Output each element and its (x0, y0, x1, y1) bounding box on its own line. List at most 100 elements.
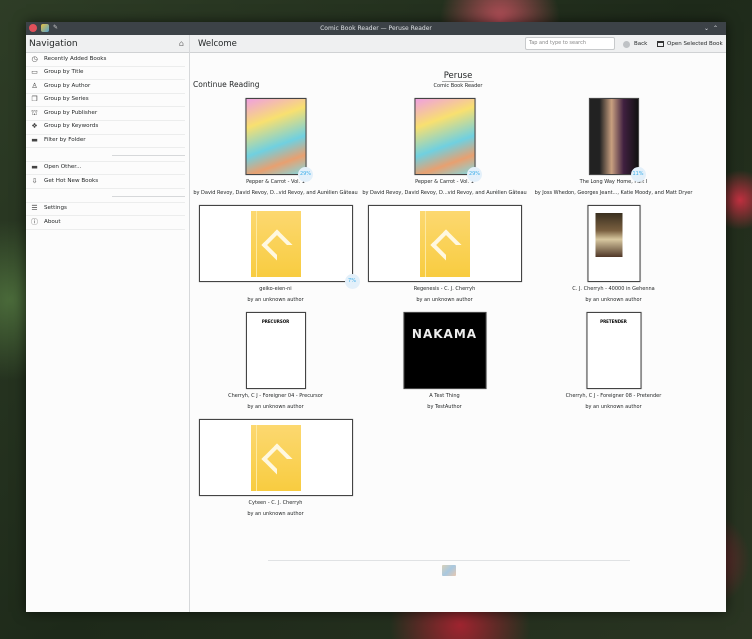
book-title: Cherryh, C J - Foreigner 08 - Pretender (565, 393, 662, 399)
epub-icon (250, 425, 301, 491)
search-input[interactable]: Tap and type to search (525, 37, 615, 50)
sidebar-item-label: Get Hot New Books (44, 177, 99, 184)
progress-badge: 7% (344, 274, 360, 289)
book-title: A Test Thing (429, 393, 460, 399)
book-author: by David Revoy, David Revoy, D...vid Rev… (362, 190, 527, 196)
book-cover (367, 205, 522, 282)
book-author: by David Revoy, David Revoy, D...vid Rev… (193, 190, 358, 196)
divider (26, 148, 185, 162)
book-cover (198, 205, 353, 282)
section-title: Continue Reading (193, 80, 260, 89)
book-cover (414, 98, 475, 175)
book-author: by an unknown author (585, 404, 642, 410)
sidebar-item-label: Group by Keywords (44, 123, 99, 130)
book-author: by an unknown author (247, 511, 304, 517)
book-cover (588, 98, 639, 175)
pin-icon[interactable]: ✎ (53, 24, 58, 32)
open-selected-book-button[interactable]: Open Selected Book (657, 35, 723, 53)
book-title: Pepper & Carrot - Vol. 1 (246, 179, 305, 185)
sidebar-item-label: Group by Publisher (44, 109, 98, 116)
close-button[interactable] (29, 24, 37, 32)
series-icon: ❐ (31, 95, 38, 104)
minimize-button[interactable]: ⌄ (704, 25, 713, 32)
sidebar-item-group-by-series[interactable]: ❐ Group by Series (26, 94, 185, 108)
brand-name: Peruse (441, 71, 475, 82)
main-content: Welcome Tap and type to search Back Open… (190, 35, 726, 612)
book-item[interactable]: Cyteen - C. J. Cherryh by an unknown auth… (191, 418, 360, 525)
back-icon (623, 40, 630, 48)
book-item[interactable]: NAKAMA A Test Thing by TestAuthor (360, 311, 529, 418)
back-label: Back (634, 41, 648, 47)
divider (26, 189, 185, 203)
book-cover (245, 98, 306, 175)
epub-icon (250, 211, 301, 277)
book-title: C. J. Cherryh - 40000 in Gehenna (572, 286, 655, 292)
sidebar-item-label: Filter by Folder (44, 137, 86, 144)
back-button[interactable]: Back (623, 35, 647, 53)
sidebar-item-label: Group by Title (44, 69, 84, 76)
title-bar: ✎ Comic Book Reader — Peruse Reader ⌄⌃ (26, 22, 726, 35)
footer-divider (268, 560, 630, 561)
book-title: Regenesis - C. J. Cherryh (413, 286, 476, 292)
book-item[interactable]: Regenesis - C. J. Cherryh by an unknown a… (360, 204, 529, 311)
book-item[interactable]: The Long Way Home, Part I by Joss Whedon,… (529, 97, 698, 204)
sidebar-item-group-by-keywords[interactable]: ❖ Group by Keywords (26, 121, 185, 135)
app-window: ✎ Comic Book Reader — Peruse Reader ⌄⌃ N… (26, 22, 726, 612)
sidebar-item-group-by-author[interactable]: ♙ Group by Author (26, 80, 185, 94)
book-title: Cyteen - C. J. Cherryh (248, 500, 303, 506)
book-title: Pepper & Carrot - Vol. 1 (415, 179, 474, 185)
title-icon: ▭ (31, 68, 38, 77)
book-cover: NAKAMA (403, 312, 486, 389)
book-author: by an unknown author (247, 297, 304, 303)
book-author: by TestAuthor (427, 404, 462, 410)
book-item[interactable]: PRECURSOR Cherryh, C J - Foreigner 04 - P… (191, 311, 360, 418)
book-item[interactable]: PRETENDER Cherryh, C J - Foreigner 08 - P… (529, 311, 698, 418)
publisher-icon: ⛫ (31, 108, 38, 117)
folder-icon (657, 41, 664, 47)
book-cover: PRECURSOR (245, 312, 306, 389)
book-author: by an unknown author (247, 404, 304, 410)
folder-icon: ▬ (31, 163, 38, 172)
user-icon: ♙ (31, 81, 38, 90)
book-cover (198, 419, 353, 496)
sidebar-item-about[interactable]: ⓘ About (26, 216, 185, 230)
sidebar-item-label: Recently Added Books (44, 55, 107, 62)
sidebar-item-settings[interactable]: ☰ Settings (26, 203, 185, 217)
book-item[interactable]: C. J. Cherryh - 40000 in Gehenna by an un… (529, 204, 698, 311)
sidebar-item-open-other[interactable]: ▬ Open Other... (26, 162, 185, 176)
app-logo-icon (442, 565, 456, 576)
book-author: by Joss Whedon, Georges Jeant..., Katie … (534, 190, 693, 196)
progress-badge: 29% (467, 167, 482, 182)
sidebar-item-group-by-publisher[interactable]: ⛫ Group by Publisher (26, 107, 185, 121)
book-cover (587, 205, 640, 282)
sidebar-item-filter-by-folder[interactable]: ▬ Filter by Folder (26, 135, 185, 149)
sidebar: Navigation ⌂ ◷ Recently Added Books ▭ Group … (26, 35, 190, 612)
book-item[interactable]: geiko-eien-ni by an unknown author 7% (191, 204, 360, 311)
app-icon (41, 24, 49, 32)
epub-icon (419, 211, 470, 277)
sidebar-item-label: Open Other... (44, 164, 82, 171)
sliders-icon: ☰ (31, 204, 38, 213)
sidebar-item-group-by-title[interactable]: ▭ Group by Title (26, 67, 185, 81)
sidebar-item-label: Settings (44, 205, 67, 212)
folder-icon: ▬ (31, 136, 38, 145)
page-title: Welcome (198, 39, 237, 49)
sidebar-item-label: Group by Series (44, 96, 89, 103)
sidebar-title: Navigation (29, 39, 78, 49)
home-icon[interactable]: ⌂ (179, 35, 184, 53)
sidebar-item-label: Group by Author (44, 82, 91, 89)
sidebar-item-recently-added-books[interactable]: ◷ Recently Added Books (26, 53, 185, 67)
info-icon: ⓘ (31, 217, 38, 226)
brand-subtitle: Comic Book Reader (433, 83, 483, 89)
window-title: Comic Book Reader — Peruse Reader (320, 25, 432, 32)
tag-icon: ❖ (31, 122, 38, 131)
maximize-button[interactable]: ⌃ (713, 25, 722, 32)
book-item[interactable]: Pepper & Carrot - Vol. 1 by David Revoy, … (191, 97, 360, 204)
progress-badge: 11% (630, 167, 646, 182)
sidebar-item-label: About (44, 218, 61, 225)
sidebar-item-get-hot-new-books[interactable]: ⇩ Get Hot New Books (26, 175, 185, 189)
clock-icon: ◷ (31, 54, 38, 63)
book-item[interactable]: Pepper & Carrot - Vol. 1 by David Revoy, … (360, 97, 529, 204)
book-title: Cherryh, C J - Foreigner 04 - Precursor (228, 393, 323, 399)
book-author: by an unknown author (585, 297, 642, 303)
